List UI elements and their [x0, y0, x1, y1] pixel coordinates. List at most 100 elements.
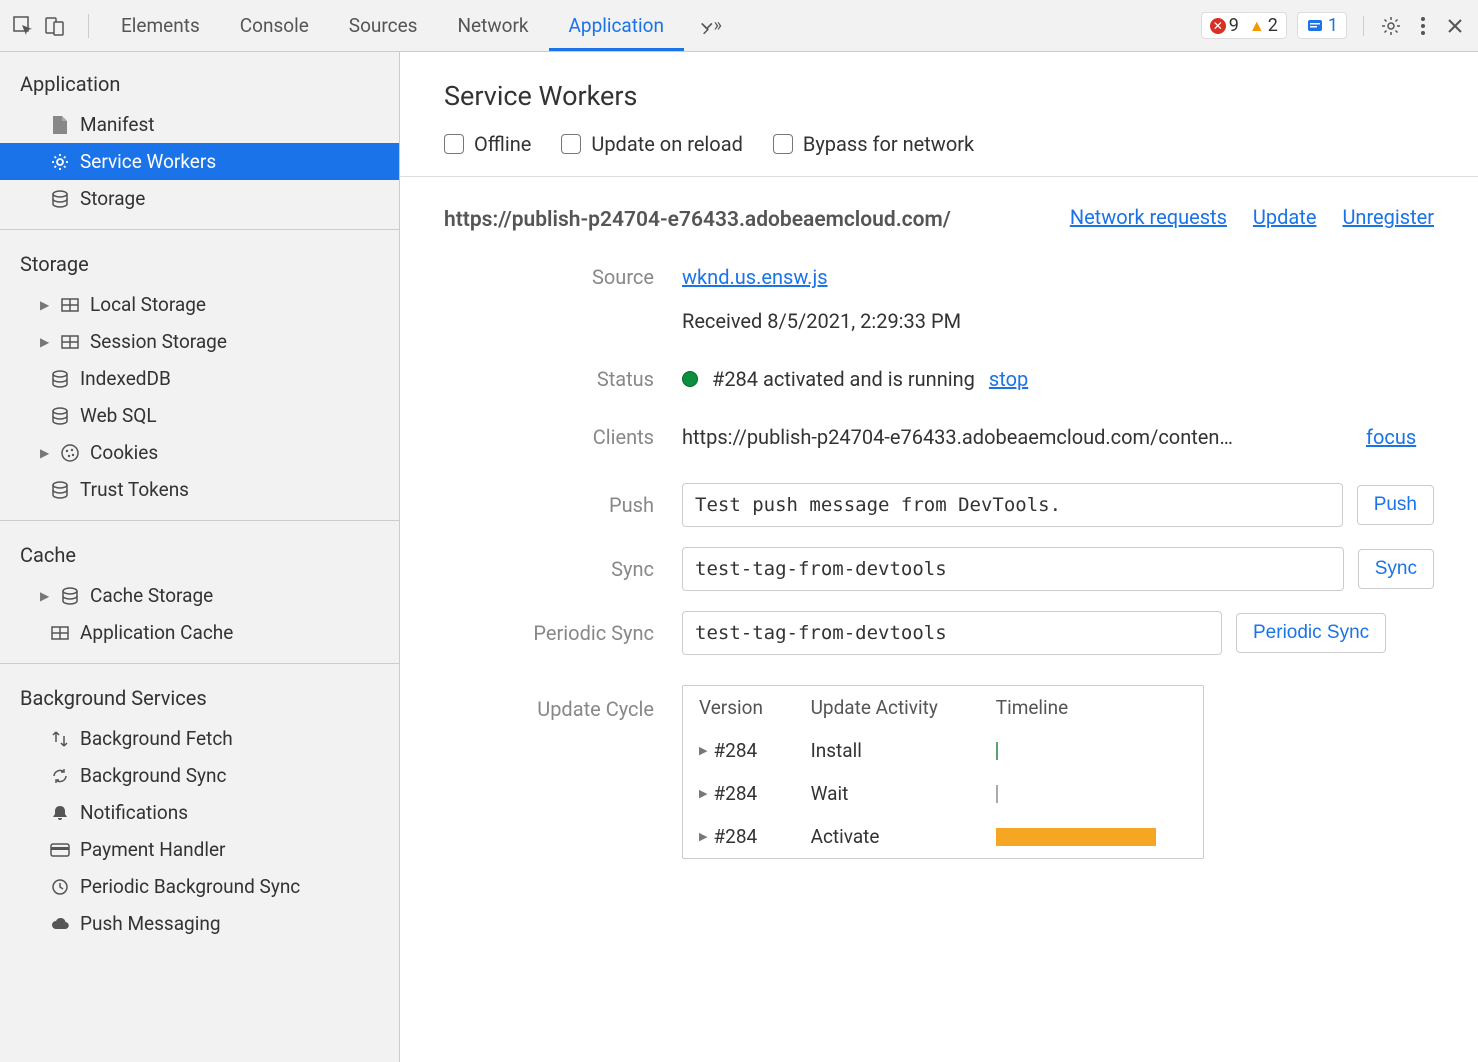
link-unregister[interactable]: Unregister	[1342, 205, 1434, 229]
version-cell: #284	[713, 739, 757, 762]
inspect-icon[interactable]	[12, 15, 34, 37]
sidebar-item-service-workers[interactable]: Service Workers	[0, 143, 399, 180]
label-source: Source	[444, 265, 654, 289]
tab-application[interactable]: Application	[549, 1, 684, 50]
sidebar-item-storage[interactable]: Storage	[0, 180, 399, 217]
sidebar-item-label: Manifest	[80, 113, 155, 136]
sidebar-item-local-storage[interactable]: ▶ Local Storage	[0, 286, 399, 323]
checkbox-offline[interactable]: Offline	[444, 132, 531, 156]
database-icon	[50, 480, 70, 500]
database-icon	[50, 189, 70, 209]
sidebar-item-indexeddb[interactable]: IndexedDB	[0, 360, 399, 397]
version-cell: #284	[713, 825, 757, 848]
origin-row: https://publish-p24704-e76433.adobeaemcl…	[400, 177, 1478, 255]
sidebar-item-push-messaging[interactable]: Push Messaging	[0, 905, 399, 942]
settings-icon[interactable]	[1380, 15, 1402, 37]
device-toggle-icon[interactable]	[44, 15, 66, 37]
section-application: Application	[0, 62, 399, 106]
sidebar-item-background-sync[interactable]: Background Sync	[0, 757, 399, 794]
version-cell: #284	[713, 782, 757, 805]
tab-network[interactable]: Network	[437, 1, 548, 50]
sidebar-item-background-fetch[interactable]: Background Fetch	[0, 720, 399, 757]
section-background-services: Background Services	[0, 676, 399, 720]
database-icon	[50, 406, 70, 426]
link-update[interactable]: Update	[1253, 205, 1317, 229]
sidebar-item-label: Cache Storage	[90, 584, 213, 607]
sidebar-item-notifications[interactable]: Notifications	[0, 794, 399, 831]
sidebar-item-periodic-background-sync[interactable]: Periodic Background Sync	[0, 868, 399, 905]
cloud-icon	[50, 914, 70, 934]
label-sync: Sync	[444, 557, 654, 581]
expand-icon[interactable]: ▶	[40, 298, 50, 312]
link-network-requests[interactable]: Network requests	[1070, 205, 1227, 229]
checkbox-update-on-reload[interactable]: Update on reload	[561, 132, 743, 156]
panel-tabs: Elements Console Sources Network Applica…	[101, 1, 722, 50]
table-row[interactable]: ▶#284Activate	[683, 815, 1203, 858]
database-icon	[50, 369, 70, 389]
sidebar-item-payment-handler[interactable]: Payment Handler	[0, 831, 399, 868]
sidebar-item-cache-storage[interactable]: ▶ Cache Storage	[0, 577, 399, 614]
tab-elements[interactable]: Elements	[101, 1, 220, 50]
sidebar-item-label: Push Messaging	[80, 912, 221, 935]
warning-count: 2	[1268, 15, 1278, 36]
sidebar-item-trust-tokens[interactable]: Trust Tokens	[0, 471, 399, 508]
expand-icon[interactable]: ▶	[40, 446, 50, 460]
sidebar-item-label: Background Fetch	[80, 727, 233, 750]
status-dot-icon	[682, 371, 698, 387]
table-row[interactable]: ▶ #284 Wait	[683, 772, 1203, 815]
link-focus[interactable]: focus	[1366, 425, 1416, 449]
source-file-link[interactable]: wknd.us.ensw.js	[682, 265, 828, 289]
tabs-overflow-icon[interactable]: »	[700, 15, 722, 37]
sidebar-item-cookies[interactable]: ▶ Cookies	[0, 434, 399, 471]
expand-icon[interactable]: ▶	[699, 830, 707, 843]
warning-icon: ▲	[1249, 16, 1265, 36]
table-row[interactable]: ▶#284Install	[683, 729, 1203, 772]
divider	[0, 663, 399, 664]
close-icon[interactable]	[1444, 15, 1466, 37]
checkbox-bypass-for-network[interactable]: Bypass for network	[773, 132, 974, 156]
sidebar-item-application-cache[interactable]: Application Cache	[0, 614, 399, 651]
divider	[88, 14, 89, 38]
label-clients: Clients	[444, 425, 654, 449]
sidebar-item-websql[interactable]: Web SQL	[0, 397, 399, 434]
sidebar-item-label: Web SQL	[80, 404, 157, 427]
expand-icon[interactable]: ▶	[40, 335, 50, 349]
expand-icon[interactable]: ▶	[699, 744, 707, 757]
sidebar-item-session-storage[interactable]: ▶ Session Storage	[0, 323, 399, 360]
issues-icon	[1306, 17, 1324, 35]
sync-button[interactable]: Sync	[1358, 549, 1434, 589]
activity-cell: Wait	[795, 772, 980, 815]
errors-warnings-badge[interactable]: ✕ 9 ▲ 2	[1201, 12, 1287, 39]
more-icon[interactable]	[1412, 15, 1434, 37]
divider	[0, 520, 399, 521]
sidebar-item-label: Local Storage	[90, 293, 206, 316]
periodic-sync-button[interactable]: Periodic Sync	[1236, 613, 1386, 653]
database-icon	[60, 586, 80, 606]
tab-sources[interactable]: Sources	[329, 1, 438, 50]
clock-icon	[50, 877, 70, 897]
sidebar-item-label: Trust Tokens	[80, 478, 189, 501]
issues-badge[interactable]: 1	[1297, 12, 1347, 39]
timeline-cell	[980, 815, 1203, 858]
update-cycle-table: Version Update Activity Timeline ▶#284In…	[682, 685, 1204, 859]
sidebar-item-manifest[interactable]: Manifest	[0, 106, 399, 143]
push-button[interactable]: Push	[1357, 485, 1434, 525]
col-version: Version	[683, 686, 795, 729]
devtools-toolbar: Elements Console Sources Network Applica…	[0, 0, 1478, 52]
service-workers-panel: Service Workers Offline Update on reload…	[400, 52, 1478, 1062]
sync-input[interactable]	[682, 547, 1344, 591]
toolbar-left	[12, 14, 101, 38]
table-icon	[50, 623, 70, 643]
label-push: Push	[444, 493, 654, 517]
sidebar-item-label: Session Storage	[90, 330, 227, 353]
expand-icon[interactable]: ▶	[40, 589, 50, 603]
expand-icon[interactable]: ▶	[699, 787, 707, 800]
push-input[interactable]	[682, 483, 1343, 527]
periodic-sync-input[interactable]	[682, 611, 1222, 655]
timeline-cell	[980, 729, 1203, 772]
sidebar-item-label: Background Sync	[80, 764, 226, 787]
status-text: #284 activated and is running	[712, 367, 975, 391]
tab-console[interactable]: Console	[220, 1, 329, 50]
link-stop[interactable]: stop	[989, 367, 1028, 391]
issues-count: 1	[1328, 15, 1338, 36]
